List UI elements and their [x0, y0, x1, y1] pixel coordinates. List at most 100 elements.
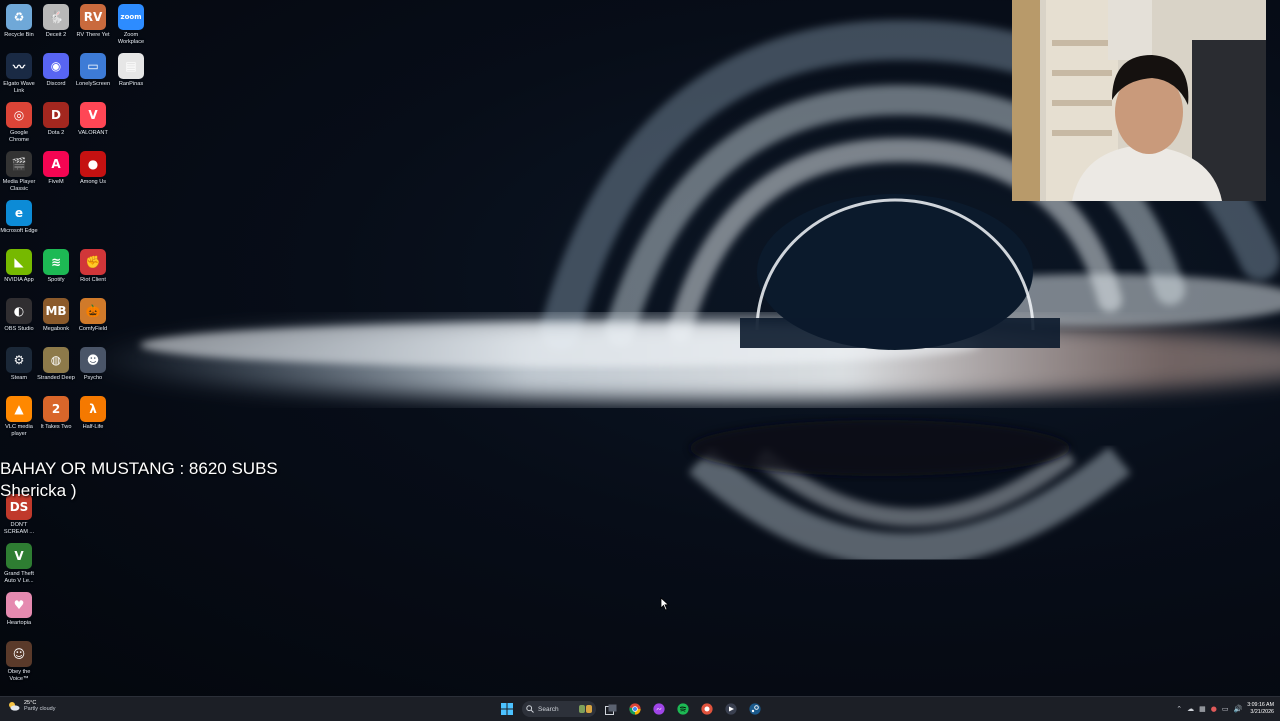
desktop-icon-label: Among Us: [79, 179, 107, 185]
desktop-icon-obs[interactable]: ◐ OBS Studio: [0, 294, 38, 333]
task-view-button[interactable]: [602, 700, 620, 718]
desktop-icon-elgato-wave-link[interactable]: 〰 Elgato Wave Link: [0, 49, 38, 95]
desktop-icon-obey-the-voice[interactable]: ☺ Obey the Voice™: [0, 637, 38, 683]
desktop-icon-label: NVIDIA App: [4, 277, 34, 283]
display-icon[interactable]: ▭: [1222, 705, 1229, 713]
volume-icon[interactable]: 🔊: [1233, 705, 1242, 713]
half-life-icon: λ: [80, 396, 106, 422]
desktop-icon-psycho[interactable]: ☻ Psycho: [74, 343, 112, 382]
file-icon: ▤: [118, 53, 144, 79]
desktop-icon-heartopia[interactable]: ♥ Heartopia: [0, 588, 38, 627]
desktop-icon-riot-client[interactable]: ✊ Riot Client: [74, 245, 112, 284]
chrome-icon: ◎: [6, 102, 32, 128]
cloud-icon[interactable]: ☁: [1187, 705, 1194, 713]
desktop-icon-discord[interactable]: ◉ Discord: [37, 49, 75, 88]
taskbar-chrome[interactable]: [626, 700, 644, 718]
weather-widget[interactable]: 25°C Partly cloudy: [8, 700, 56, 712]
desktop-icon-rv-there-yet[interactable]: RV RV There Yet: [74, 0, 112, 39]
desktop-icon-zoom[interactable]: zoom Zoom Workplace: [112, 0, 150, 46]
desktop-icon-among-us[interactable]: ● Among Us: [74, 147, 112, 186]
desktop-icon-label: Obey the Voice™: [7, 669, 31, 682]
taskbar-search[interactable]: Search: [522, 701, 596, 717]
discord-icon: ◉: [43, 53, 69, 79]
webcam-feed: [1012, 0, 1266, 201]
vlc-icon: ▲: [6, 396, 32, 422]
gta5-icon: V: [6, 543, 32, 569]
desktop-icon-label: Spotify: [47, 277, 65, 283]
desktop-icon-chrome[interactable]: ◎ Google Chrome: [0, 98, 38, 144]
desktop-icon-dota2[interactable]: D Dota 2: [37, 98, 75, 137]
desktop-icon-label: VLC media player: [5, 424, 33, 437]
desktop-icon-label: Megabonk: [42, 326, 70, 332]
dota2-icon: D: [43, 102, 69, 128]
desktop-icon-label: Google Chrome: [9, 130, 29, 143]
desktop-icon-deceit[interactable]: 🐇 Deceit 2: [37, 0, 75, 39]
desktop-icon-label: Stranded Deep: [37, 375, 75, 381]
desktop-icon-comfyfield[interactable]: 🎃 ComfyField: [74, 294, 112, 333]
desktop-icon-lonelyscreen[interactable]: ▭ LonelyScreen: [74, 49, 112, 88]
desktop-icon-label: RV There Yet: [76, 32, 110, 38]
desktop-icon-label: Steam: [10, 375, 28, 381]
taskbar-media-app[interactable]: [722, 700, 740, 718]
system-tray: ⌃ ☁ ▦ ● ▭ 🔊 3:09:16 AM 3/21/2026: [1176, 700, 1274, 718]
taskbar-steam[interactable]: [746, 700, 764, 718]
lonelyscreen-icon: ▭: [80, 53, 106, 79]
microphone-icon[interactable]: ●: [1211, 705, 1217, 713]
desktop-icon-label: Microsoft Edge: [0, 228, 38, 234]
heartopia-icon: ♥: [6, 592, 32, 618]
start-button[interactable]: [498, 700, 516, 718]
desktop-icon-gta5[interactable]: V Grand Theft Auto V Le...: [0, 539, 38, 585]
desktop-icon-megabonk[interactable]: MB Megabonk: [37, 294, 75, 333]
messenger-icon: [653, 703, 665, 715]
media-player-classic-icon: 🎬: [6, 151, 32, 177]
desktop-icon-label: Heartopia: [6, 620, 32, 626]
desktop-icon-fivem[interactable]: A FiveM: [37, 147, 75, 186]
windows-start-icon: [501, 703, 513, 715]
zoom-icon: zoom: [118, 4, 144, 30]
network-icon[interactable]: ▦: [1199, 705, 1206, 713]
desktop-icon-stranded-deep[interactable]: ◍ Stranded Deep: [37, 343, 75, 382]
desktop-icon-it-takes-two[interactable]: 2 It Takes Two: [37, 392, 75, 431]
desktop-icon-valorant[interactable]: V VALORANT: [74, 98, 112, 137]
mouse-cursor-icon: [660, 597, 670, 611]
desktop-icon-label: LonelyScreen: [75, 81, 111, 87]
elgato-wave-link-icon: 〰: [6, 53, 32, 79]
desktop-icon-label: Zoom Workplace: [117, 32, 145, 45]
taskbar-game-app[interactable]: [698, 700, 716, 718]
stranded-deep-icon: ◍: [43, 347, 69, 373]
stream-overlay-text: BAHAY OR MUSTANG : 8620 SUBS Shericka ): [0, 458, 278, 502]
desktop-icon-label: Elgato Wave Link: [3, 81, 35, 94]
desktop-icon-recycle-bin[interactable]: ♻ Recycle Bin: [0, 0, 38, 39]
desktop-icon-media-player-classic[interactable]: 🎬 Media Player Classic: [0, 147, 38, 193]
desktop-icon-half-life[interactable]: λ Half-Life: [74, 392, 112, 431]
clock-date: 3/21/2026: [1250, 709, 1274, 715]
taskbar-spotify[interactable]: [674, 700, 692, 718]
desktop-icon-label: Psycho: [83, 375, 103, 381]
it-takes-two-icon: 2: [43, 396, 69, 422]
desktop-icon-label: Recycle Bin: [4, 32, 34, 38]
recycle-bin-icon: ♻: [6, 4, 32, 30]
desktop-icon-vlc[interactable]: ▲ VLC media player: [0, 392, 38, 438]
desktop-icon-edge[interactable]: e Microsoft Edge: [0, 196, 38, 235]
desktop-icon-label: FiveM: [48, 179, 64, 185]
weather-condition: Partly cloudy: [24, 706, 56, 712]
desktop-icon-spotify[interactable]: ≋ Spotify: [37, 245, 75, 284]
desktop-icon-nvidia[interactable]: ◣ NVIDIA App: [0, 245, 38, 284]
clock[interactable]: 3:09:16 AM 3/21/2026: [1247, 702, 1274, 716]
desktop-icon-label: VALORANT: [78, 130, 108, 136]
desktop-icon-label: Grand Theft Auto V Le...: [4, 571, 34, 584]
desktop-icon-steam[interactable]: ⚙ Steam: [0, 343, 38, 382]
desktop-icon-label: Media Player Classic: [2, 179, 36, 192]
taskbar-messenger[interactable]: [650, 700, 668, 718]
nvidia-icon: ◣: [6, 249, 32, 275]
desktop-icon-label: Deceit 2: [45, 32, 67, 38]
chevron-up-icon[interactable]: ⌃: [1176, 705, 1182, 713]
desktop-icon-label: Dota 2: [47, 130, 65, 136]
chrome-icon: [629, 703, 641, 715]
task-view-icon: [605, 704, 617, 715]
overlay-line-2: Shericka ): [0, 481, 77, 500]
desktop-icon-file[interactable]: ▤ RanPinas: [112, 49, 150, 88]
steam-icon: ⚙: [6, 347, 32, 373]
taskbar: 25°C Partly cloudy Search ⌃ ☁ ▦ ● ▭ 🔊 3:…: [0, 696, 1280, 721]
desktop-icon-label: DON'T SCREAM ...: [3, 522, 35, 535]
